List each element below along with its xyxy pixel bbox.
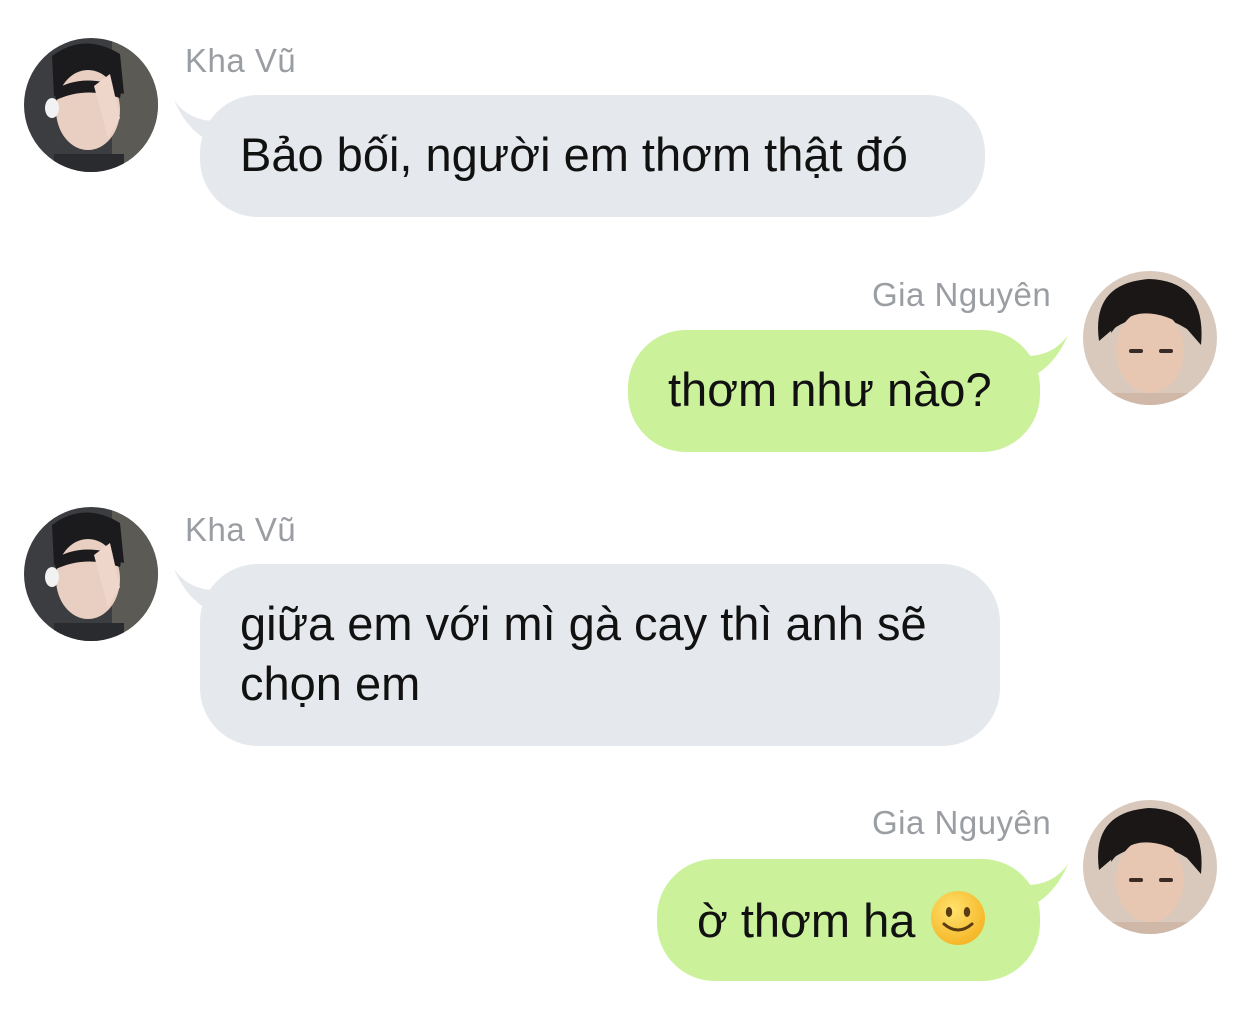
gia-nguyen-avatar[interactable]	[1083, 800, 1217, 934]
kha-vu-avatar[interactable]	[24, 507, 158, 641]
kha-vu-avatar[interactable]	[24, 38, 158, 172]
gia-nguyen-avatar[interactable]	[1083, 271, 1217, 405]
sender-name: Kha Vũ	[185, 42, 297, 79]
message-text-line-1: giữa em với mì gà cay thì anh sẽ	[240, 597, 927, 650]
slightly-smiling-face-emoji	[931, 891, 986, 945]
message-text-line-2: chọn em	[240, 657, 421, 710]
message-text: thơm như nào?	[668, 363, 992, 416]
message-text: Bảo bối, người em thơm thật đó	[240, 128, 908, 181]
message-bubble[interactable]: ờ thơm ha	[657, 859, 1040, 981]
sender-name: Gia Nguyên	[872, 276, 1052, 313]
message-bubble[interactable]: Bảo bối, người em thơm thật đó	[200, 95, 985, 217]
sender-name: Kha Vũ	[185, 511, 297, 548]
message-bubble[interactable]: giữa em với mì gà cay thì anh sẽ chọn em	[200, 564, 1000, 746]
sender-name: Gia Nguyên	[872, 804, 1052, 841]
message-text: ờ thơm ha	[697, 894, 916, 947]
message-bubble[interactable]: thơm như nào?	[628, 330, 1040, 452]
